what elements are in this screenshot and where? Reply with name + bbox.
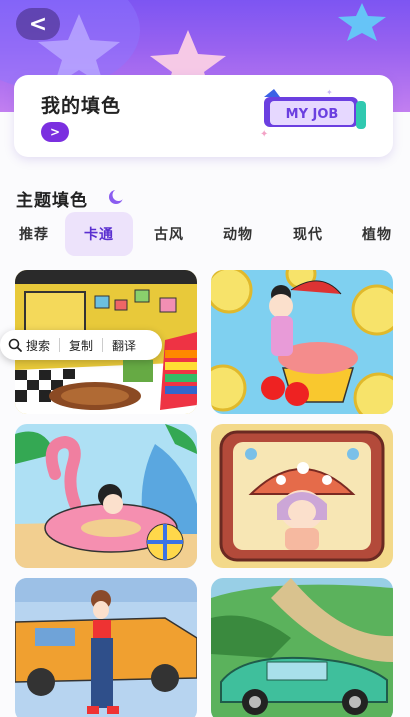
star-decoration [338,3,386,41]
my-job-illustration: MY JOB ✦ ✦ [260,88,366,139]
street-woman-illustration [15,578,197,717]
search-icon [8,338,22,352]
menu-item-copy-label: 复制 [69,338,94,353]
menu-item-search-label: 搜索 [26,338,51,353]
green-car-illustration [211,578,393,717]
menu-item-copy[interactable]: 复制 [69,337,93,354]
my-job-text: MY JOB [286,107,339,122]
section-title: 主题填色 [16,191,88,211]
back-button[interactable]: < [16,8,60,40]
tab-ancient[interactable]: 古风 [135,212,203,256]
mushroom-girl-illustration [211,424,393,568]
chevron-right-icon: > [49,125,61,139]
coloring-card-girl-cup[interactable] [211,270,393,414]
girl-cup-illustration [211,270,393,414]
coloring-card-flamingo[interactable] [15,424,197,568]
tab-cartoon[interactable]: 卡通 [65,212,133,256]
menu-divider [59,338,61,352]
my-coloring-title: 我的填色 [41,95,122,117]
tab-recommend[interactable]: 推荐 [0,212,68,256]
tab-plant[interactable]: 植物 [343,212,410,256]
coloring-card-street-woman[interactable] [15,578,197,717]
chevron-left-icon: < [28,11,48,37]
svg-text:✦: ✦ [260,129,268,139]
moon-icon [109,189,125,204]
svg-text:✦: ✦ [326,88,333,97]
my-coloring-card[interactable]: 我的填色 > MY JOB ✦ ✦ [14,75,393,157]
coloring-card-mushroom-girl[interactable] [211,424,393,568]
my-coloring-go-button[interactable]: > [41,122,69,142]
category-tabs: 推荐 卡通 古风 动物 现代 植物 [0,212,410,256]
tab-modern[interactable]: 现代 [274,212,342,256]
menu-item-translate-label: 翻译 [112,338,137,353]
flamingo-illustration [15,424,197,568]
tab-animal[interactable]: 动物 [204,212,272,256]
page: < 我的填色 > MY JOB ✦ ✦ 主题填色 推荐 卡通 古风 动物 现代 … [0,0,410,717]
text-selection-menu: 搜索 复制 翻译 [0,330,162,360]
menu-item-search[interactable]: 搜索 [8,337,50,354]
menu-divider [102,338,104,352]
menu-item-translate[interactable]: 翻译 [112,337,136,354]
coloring-card-green-car[interactable] [211,578,393,717]
